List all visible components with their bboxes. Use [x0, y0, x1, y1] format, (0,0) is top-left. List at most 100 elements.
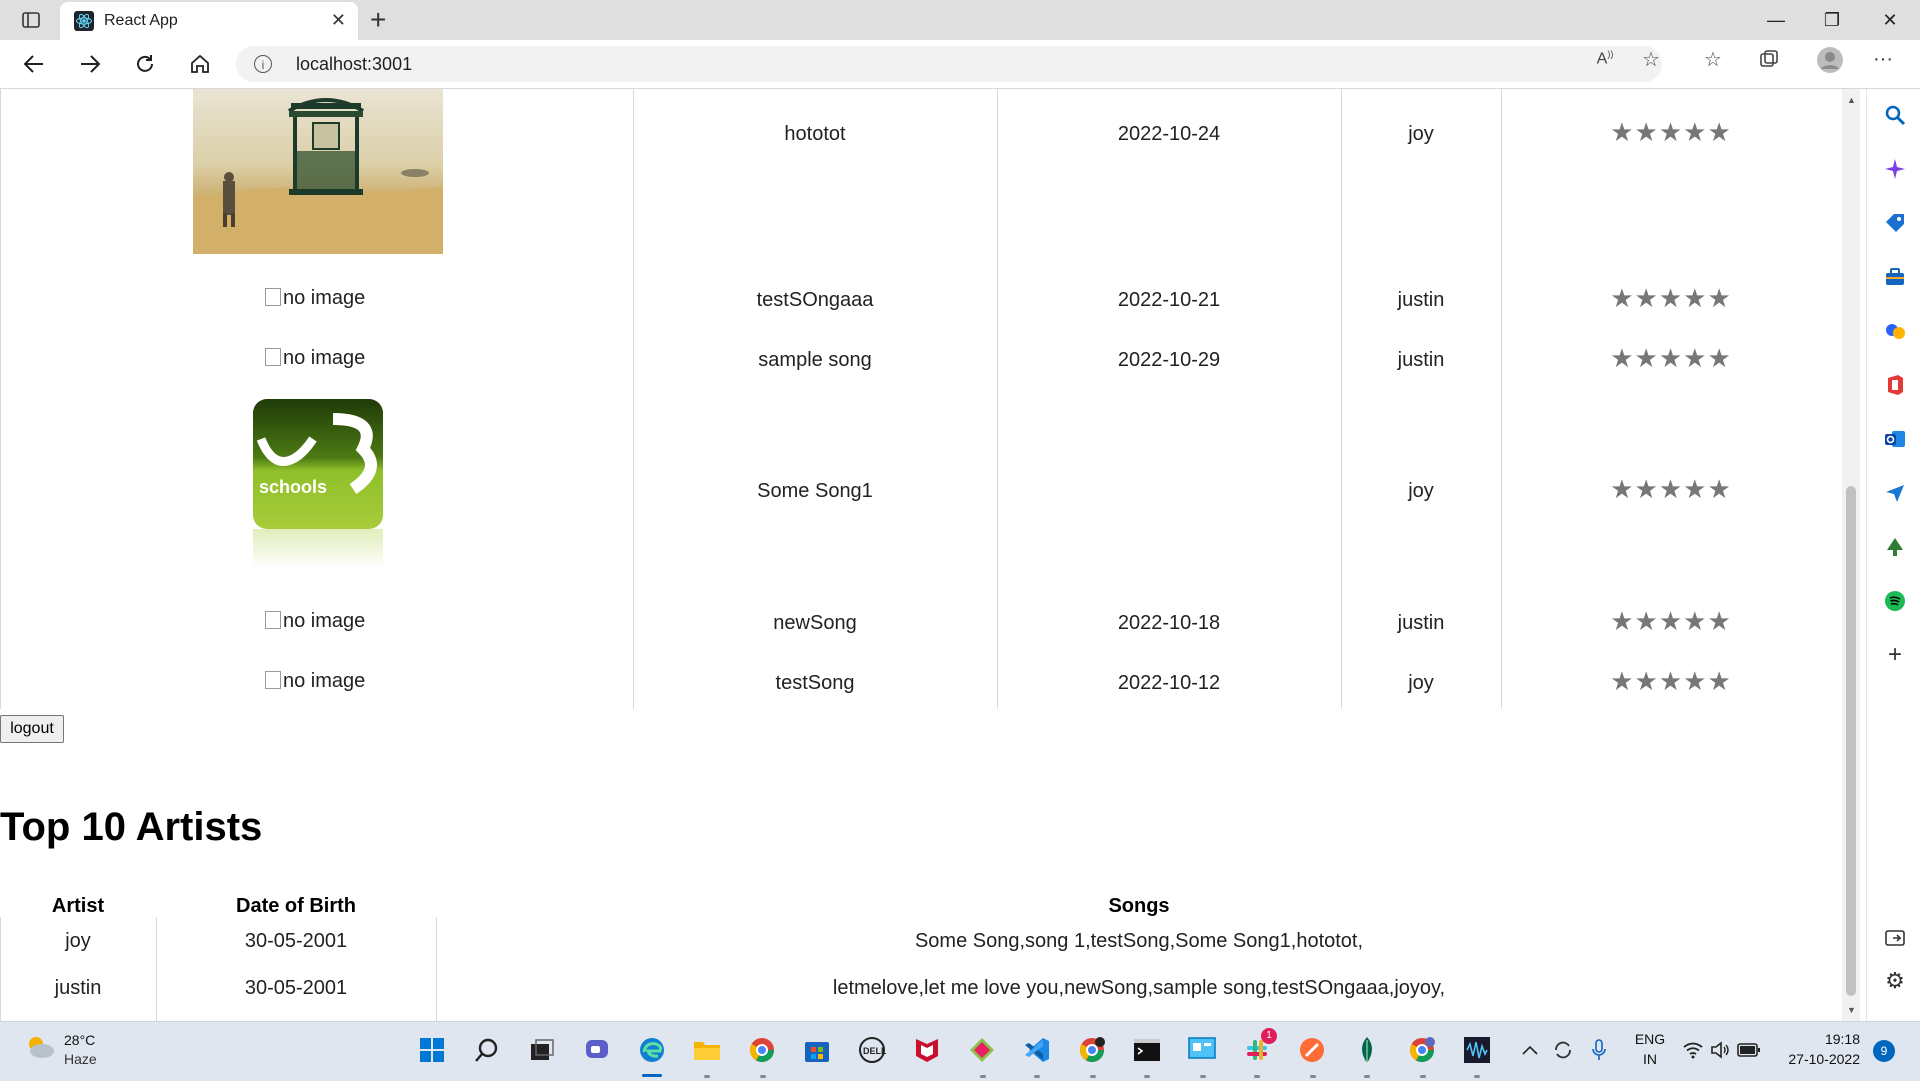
more-options-icon[interactable]: ··· — [1872, 48, 1894, 70]
song-artist: joy — [1408, 672, 1434, 694]
tools-icon[interactable] — [1883, 265, 1907, 289]
tab-actions-icon[interactable] — [14, 8, 48, 32]
clock-time[interactable]: 19:18 — [1780, 1031, 1860, 1047]
language-region[interactable]: IN — [1630, 1051, 1670, 1067]
tab-react-app[interactable]: React App ✕ — [60, 2, 358, 40]
new-tab-icon[interactable]: + — [370, 4, 386, 36]
column-header-artist: Artist — [51, 895, 105, 917]
album-cover-image — [193, 89, 443, 254]
file-explorer-icon[interactable] — [691, 1034, 723, 1066]
mcafee-icon[interactable] — [911, 1034, 943, 1066]
star-rating[interactable]: ★★★★★ — [1591, 606, 1751, 637]
close-tab-icon[interactable]: ✕ — [331, 10, 346, 31]
home-icon[interactable] — [186, 50, 214, 78]
add-sidebar-app-icon[interactable]: + — [1883, 641, 1907, 668]
clock-date[interactable]: 27-10-2022 — [1770, 1051, 1860, 1067]
restore-icon[interactable]: ❐ — [1812, 6, 1852, 34]
artist-name: justin — [54, 977, 102, 999]
broken-image-icon — [265, 671, 281, 689]
task-view-icon[interactable] — [526, 1034, 558, 1066]
read-aloud-icon[interactable]: A)) — [1594, 48, 1616, 70]
back-icon[interactable] — [20, 50, 48, 78]
shopping-tag-icon[interactable] — [1883, 211, 1907, 235]
control-panel-icon[interactable] — [1186, 1034, 1218, 1066]
image-alt-text: no image — [283, 347, 366, 369]
song-artist: justin — [1397, 612, 1445, 634]
url-field[interactable]: i localhost:3001 — [236, 46, 1662, 82]
scroll-down-icon[interactable]: ▼ — [1847, 1005, 1856, 1015]
scroll-up-icon[interactable]: ▲ — [1847, 95, 1856, 105]
star-rating[interactable]: ★★★★★ — [1591, 666, 1751, 697]
favorites-icon[interactable]: ☆ — [1702, 48, 1724, 71]
spotify-icon[interactable] — [1883, 589, 1907, 613]
chrome-profile-icon[interactable] — [1076, 1034, 1108, 1066]
broken-image-icon — [265, 348, 281, 366]
battery-icon[interactable] — [1736, 1034, 1762, 1066]
song-name: newSong — [773, 612, 857, 634]
copilot-icon[interactable] — [1883, 157, 1907, 181]
sync-icon[interactable] — [1550, 1034, 1576, 1066]
git-tool-icon[interactable] — [966, 1034, 998, 1066]
chrome-profile-2-icon[interactable] — [1406, 1034, 1438, 1066]
postman-icon[interactable] — [1296, 1034, 1328, 1066]
artist-songs: letmelove,let me love you,newSong,sample… — [832, 977, 1446, 999]
language-code[interactable]: ENG — [1630, 1031, 1670, 1047]
running-app-indicator — [704, 1075, 710, 1078]
page-scrollbar[interactable]: ▲ ▼ — [1842, 89, 1860, 1021]
site-info-icon[interactable]: i — [254, 55, 272, 73]
star-rating[interactable]: ★★★★★ — [1591, 117, 1751, 148]
audio-wave-app-icon[interactable] — [1461, 1034, 1493, 1066]
star-rating[interactable]: ★★★★★ — [1591, 283, 1751, 314]
windows-start-icon[interactable] — [416, 1034, 448, 1066]
search-icon[interactable] — [1883, 103, 1907, 127]
volume-icon[interactable] — [1708, 1034, 1734, 1066]
refresh-icon[interactable] — [131, 50, 159, 78]
chevron-up-icon[interactable] — [1520, 1034, 1540, 1066]
games-icon[interactable] — [1883, 319, 1907, 343]
hide-sidebar-icon[interactable] — [1883, 926, 1907, 950]
slack-icon[interactable]: 1 — [1241, 1028, 1277, 1066]
edge-browser-icon[interactable] — [636, 1034, 668, 1066]
logout-button[interactable]: logout — [0, 715, 64, 743]
vscode-icon[interactable] — [1021, 1034, 1053, 1066]
teams-chat-icon[interactable] — [581, 1034, 613, 1066]
settings-gear-icon[interactable]: ⚙ — [1883, 968, 1907, 993]
column-header-dob: Date of Birth — [236, 895, 356, 917]
weather-temperature: 28°C — [64, 1032, 96, 1048]
dell-icon[interactable]: DELL — [856, 1034, 888, 1066]
scroll-thumb[interactable] — [1846, 486, 1856, 996]
image-alt-text: no image — [283, 670, 366, 692]
broken-image: no image — [265, 347, 365, 370]
minimize-icon[interactable]: — — [1756, 6, 1796, 34]
profile-avatar-icon[interactable] — [1816, 46, 1844, 74]
add-favorite-icon[interactable]: ☆ — [1640, 48, 1662, 71]
microsoft-store-icon[interactable] — [801, 1034, 833, 1066]
forward-icon[interactable] — [76, 50, 104, 78]
search-taskbar-icon[interactable] — [471, 1034, 503, 1066]
weather-widget[interactable]: 28°C Haze — [24, 1032, 97, 1067]
artist-dob: 30-05-2001 — [244, 930, 348, 952]
song-artist: justin — [1397, 289, 1445, 311]
page-viewport: hototot 2022-10-24 joy ★★★★★ no image te… — [0, 89, 1842, 1021]
notification-count-badge[interactable]: 9 — [1873, 1040, 1895, 1062]
running-app-indicator — [760, 1075, 766, 1078]
close-window-icon[interactable]: ✕ — [1870, 6, 1910, 34]
windows-taskbar: 28°C Haze DELL 1 ENG IN 19:18 27-10-2022… — [0, 1021, 1920, 1081]
star-rating[interactable]: ★★★★★ — [1591, 343, 1751, 374]
running-app-indicator — [1364, 1075, 1370, 1078]
collections-icon[interactable] — [1758, 48, 1780, 70]
microphone-icon[interactable] — [1586, 1034, 1612, 1066]
top-artists-table: Artist Date of Birth Songs joy 30-05-200… — [0, 895, 1842, 1021]
star-rating[interactable]: ★★★★★ — [1591, 474, 1751, 505]
office-icon[interactable] — [1883, 373, 1907, 397]
chrome-icon[interactable] — [746, 1034, 778, 1066]
tree-icon[interactable] — [1883, 535, 1907, 559]
send-icon[interactable] — [1883, 481, 1907, 505]
terminal-icon[interactable] — [1131, 1034, 1163, 1066]
song-name: testSOngaaa — [756, 289, 874, 311]
outlook-icon[interactable] — [1883, 427, 1907, 451]
mongodb-icon[interactable] — [1351, 1034, 1383, 1066]
song-name: sample song — [758, 349, 872, 371]
song-date: 2022-10-12 — [1117, 672, 1221, 694]
wifi-icon[interactable] — [1680, 1034, 1706, 1066]
